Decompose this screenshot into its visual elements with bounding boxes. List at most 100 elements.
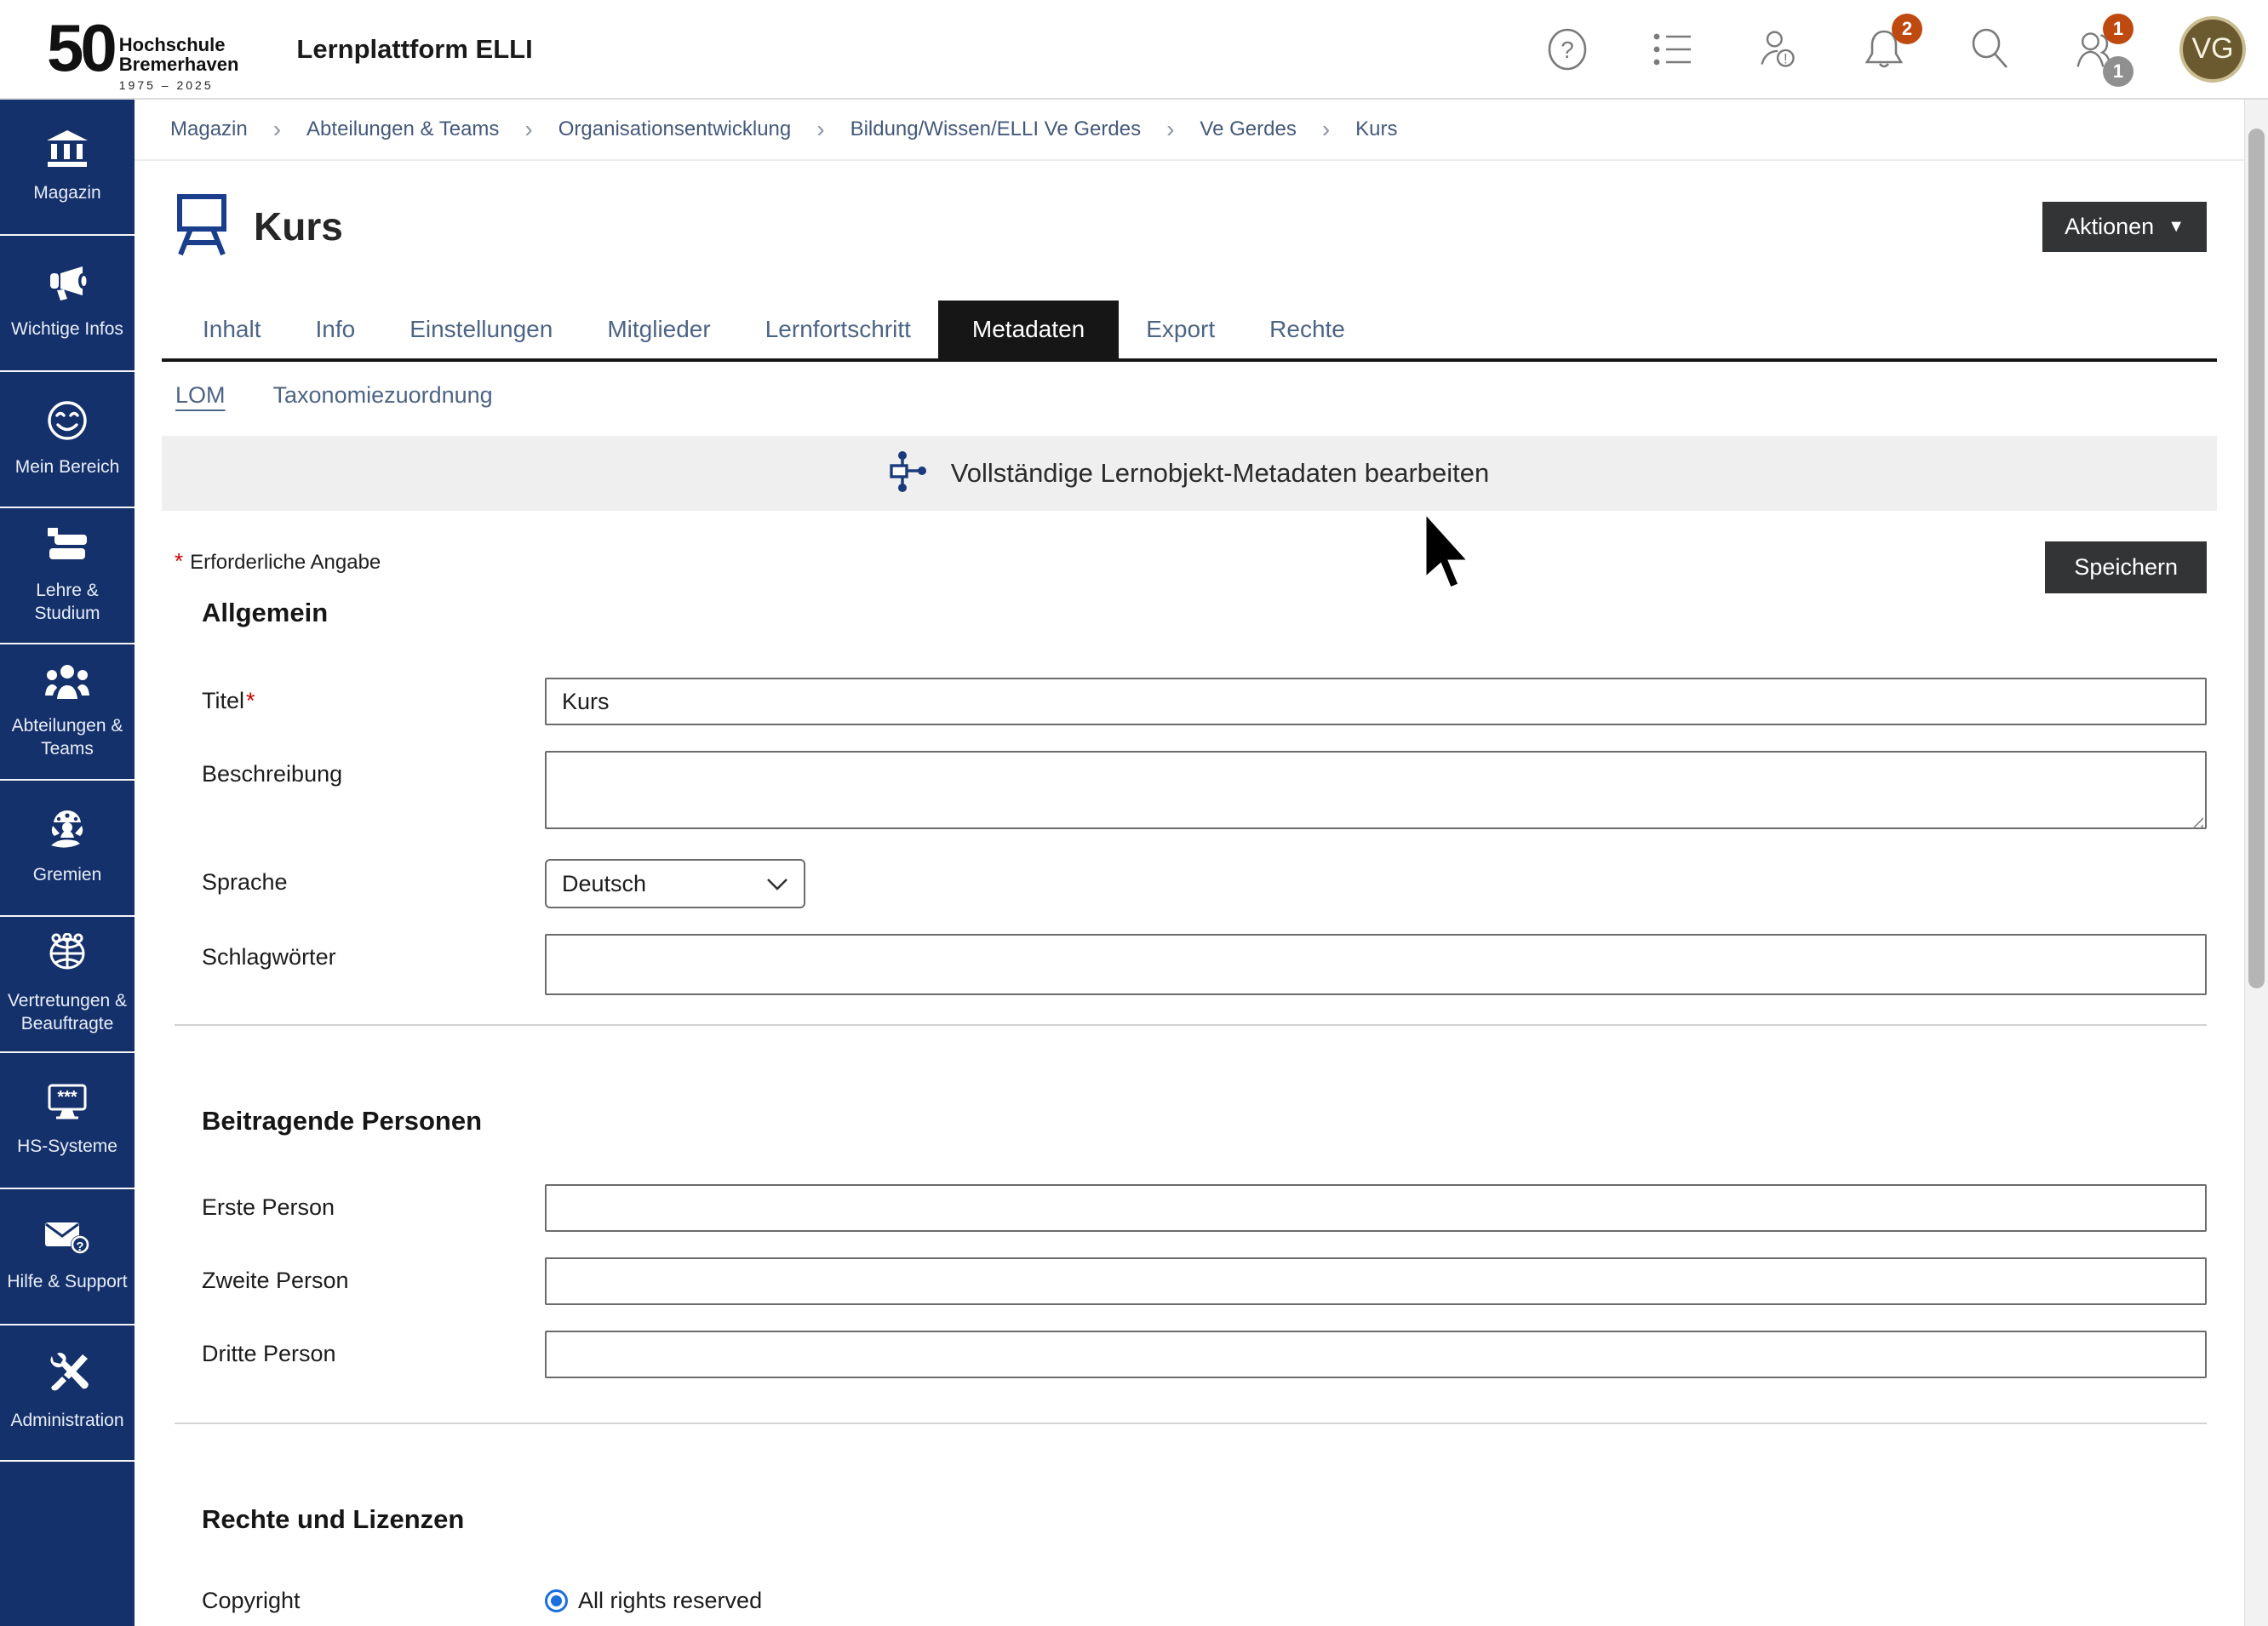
tab-mitglieder[interactable]: Mitglieder <box>580 301 737 358</box>
breadcrumb-separator: › <box>816 116 824 143</box>
tab-einstellungen[interactable]: Einstellungen <box>382 301 580 358</box>
scrollbar-thumb[interactable] <box>2248 129 2265 988</box>
field-label-erste-person: Erste Person <box>202 1184 545 1232</box>
svg-text:?: ? <box>76 1240 83 1254</box>
edit-full-metadata-banner[interactable]: Vollständige Lernobjekt-Metadaten bearbe… <box>162 436 2217 511</box>
online-users-icon[interactable]: 1 1 <box>2074 27 2116 72</box>
svg-text:***: *** <box>57 1088 77 1107</box>
sidebar-item-label: Lehre & Studium <box>3 580 131 625</box>
zweite-person-input[interactable] <box>545 1257 2207 1305</box>
breadcrumb-item[interactable]: Organisationsentwicklung <box>558 117 791 141</box>
breadcrumb-separator: › <box>1322 116 1330 143</box>
erste-person-input[interactable] <box>545 1184 2207 1232</box>
breadcrumb-item[interactable]: Magazin <box>170 117 248 141</box>
banner-label: Vollständige Lernobjekt-Metadaten bearbe… <box>951 458 1490 489</box>
page: 50 Hochschule Bremerhaven 1975 – 2025 Le… <box>0 0 2268 1626</box>
app-title: Lernplattform ELLI <box>296 34 532 65</box>
sidebar-item-vertretungen[interactable]: Vertretungen & Beauftragte <box>0 917 135 1053</box>
breadcrumb-item[interactable]: Ve Gerdes <box>1200 117 1296 141</box>
form-row-beschreibung: Beschreibung <box>202 751 2217 833</box>
page-title-row: Kurs Aktionen ▼ <box>162 190 2217 263</box>
tab-inhalt[interactable]: Inhalt <box>175 301 289 358</box>
caret-down-icon: ▼ <box>2168 217 2185 237</box>
sidebar-item-hs-systeme[interactable]: *** HS-Systeme <box>0 1053 135 1189</box>
breadcrumb-separator: › <box>273 116 281 143</box>
sidebar-item-label: Mein Bereich <box>15 456 120 478</box>
section-divider <box>175 1423 2207 1424</box>
logo-name-line2: Bremerhaven <box>119 54 239 74</box>
sidebar-item-magazin[interactable]: Magazin <box>0 100 135 236</box>
section-heading-allgemein: Allgemein <box>202 598 2217 628</box>
sidebar-item-label: Magazin <box>33 182 100 204</box>
header-icon-bar: ? ! 2 1 1 VG <box>1546 16 2246 83</box>
logo-anniversary-number: 50 <box>47 18 114 77</box>
user-avatar[interactable]: VG <box>2179 16 2246 83</box>
form-row-erste-person: Erste Person <box>202 1184 2217 1232</box>
required-note: *Erforderliche Angabe <box>175 548 381 575</box>
megaphone-icon <box>45 265 89 308</box>
required-asterisk: * <box>246 688 255 713</box>
breadcrumb-item[interactable]: Abteilungen & Teams <box>306 117 499 141</box>
tab-export[interactable]: Export <box>1119 301 1242 358</box>
tab-info[interactable]: Info <box>289 301 383 358</box>
sidebar-spacer <box>0 1462 135 1626</box>
tab-rechte[interactable]: Rechte <box>1242 301 1372 358</box>
course-easel-icon <box>175 193 228 261</box>
subtab-lom-active[interactable]: LOM <box>175 382 226 409</box>
schlagwoerter-input[interactable] <box>545 934 2207 995</box>
field-label-zweite-person: Zweite Person <box>202 1257 545 1305</box>
monitor-icon: *** <box>44 1082 90 1125</box>
field-label-titel: Titel* <box>202 678 545 725</box>
actions-button[interactable]: Aktionen ▼ <box>2042 202 2207 252</box>
user-status-icon[interactable]: ! <box>1757 27 1800 72</box>
sprache-select[interactable]: Deutsch <box>545 859 805 908</box>
svg-text:!: ! <box>1784 50 1788 66</box>
smiley-icon <box>46 399 89 446</box>
subtab-taxonomiezuordnung[interactable]: Taxonomiezuordnung <box>273 382 493 409</box>
sidebar-item-lehre-studium[interactable]: Lehre & Studium <box>0 508 135 644</box>
sidebar-item-label: Wichtige Infos <box>11 318 123 341</box>
field-label-dritte-person: Dritte Person <box>202 1331 545 1378</box>
tab-lernfortschritt[interactable]: Lernfortschritt <box>738 301 938 358</box>
notifications-bell-icon[interactable]: 2 <box>1863 27 1905 72</box>
search-icon[interactable] <box>1968 27 2011 72</box>
sidebar-item-mein-bereich[interactable]: Mein Bereich <box>0 372 135 508</box>
dritte-person-input[interactable] <box>545 1331 2207 1378</box>
form-header-row: *Erforderliche Angabe Speichern <box>162 541 2217 598</box>
sidebar-item-abteilungen-teams[interactable]: Abteilungen & Teams <box>0 644 135 781</box>
svg-text:?: ? <box>1561 37 1574 63</box>
logo-anniversary-years: 1975 – 2025 <box>119 78 239 92</box>
sidebar-item-wichtige-infos[interactable]: Wichtige Infos <box>0 236 135 372</box>
sidebar-item-label: Abteilungen & Teams <box>3 715 131 760</box>
university-logo[interactable]: 50 Hochschule Bremerhaven 1975 – 2025 <box>47 6 238 92</box>
titel-input[interactable] <box>545 678 2207 725</box>
save-button[interactable]: Speichern <box>2045 541 2207 593</box>
page-title: Kurs <box>254 203 343 249</box>
vertical-scrollbar[interactable] <box>2244 100 2268 1626</box>
field-label-beschreibung: Beschreibung <box>202 751 545 833</box>
form-row-zweite-person: Zweite Person <box>202 1257 2217 1305</box>
breadcrumb: Magazin › Abteilungen & Teams › Organisa… <box>135 100 2244 161</box>
sidebar-item-hilfe-support[interactable]: ? Hilfe & Support <box>0 1189 135 1325</box>
form-row-copyright: Copyright All rights reserved <box>202 1588 2217 1614</box>
top-header: 50 Hochschule Bremerhaven 1975 – 2025 Le… <box>0 0 2268 100</box>
breadcrumb-item[interactable]: Bildung/Wissen/ELLI Ve Gerdes <box>850 117 1142 141</box>
bank-icon <box>45 129 89 172</box>
todo-list-icon[interactable] <box>1652 27 1694 72</box>
section-heading-beitragende: Beitragende Personen <box>202 1106 2217 1136</box>
sidebar-item-administration[interactable]: Administration <box>0 1325 135 1462</box>
breadcrumb-item-current[interactable]: Kurs <box>1355 117 1397 141</box>
help-icon[interactable]: ? <box>1546 27 1589 72</box>
section-heading-rechte: Rechte und Lizenzen <box>202 1504 2217 1535</box>
sidebar-item-label: HS-Systeme <box>17 1136 117 1158</box>
sidebar-item-gremien[interactable]: Gremien <box>0 781 135 917</box>
main-content: Magazin › Abteilungen & Teams › Organisa… <box>135 100 2244 1626</box>
mail-question-icon: ? <box>43 1219 91 1261</box>
field-label-copyright: Copyright <box>202 1588 545 1614</box>
tab-metadaten-active[interactable]: Metadaten <box>938 301 1119 358</box>
beschreibung-textarea[interactable] <box>545 751 2207 829</box>
copyright-radio-selected[interactable] <box>545 1589 568 1612</box>
form-row-titel: Titel* <box>202 678 2217 725</box>
logo-name-line1: Hochschule <box>119 35 239 54</box>
tools-icon <box>45 1353 89 1400</box>
